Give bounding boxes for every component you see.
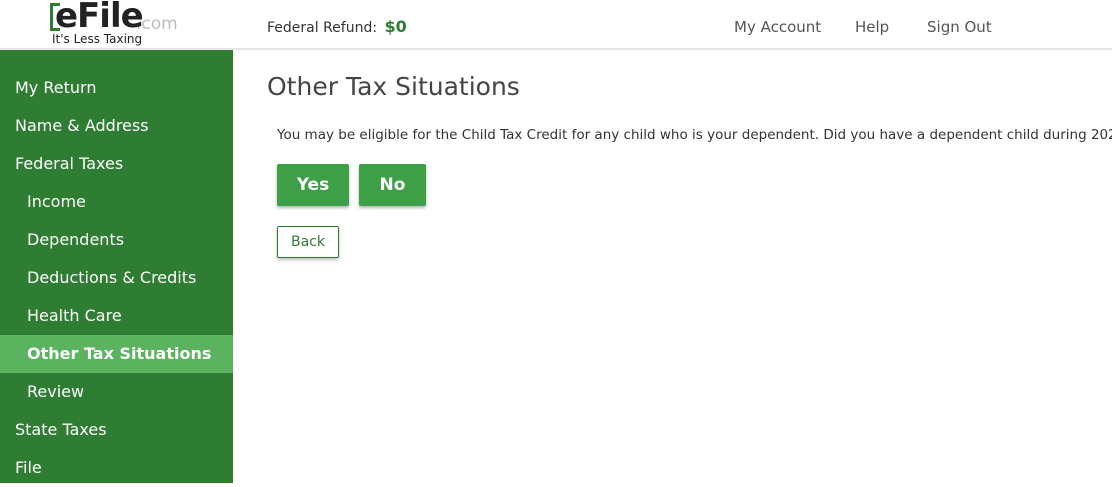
yes-button[interactable]: Yes — [277, 164, 349, 206]
logo-wordmark: eFile — [55, 0, 144, 36]
sign-out-link[interactable]: Sign Out — [927, 18, 992, 36]
logo-suffix: .com — [136, 14, 178, 34]
my-account-link[interactable]: My Account — [734, 18, 821, 36]
sidebar-item-health-care[interactable]: Health Care — [0, 297, 233, 335]
sidebar-item-file[interactable]: File — [0, 449, 233, 487]
efile-logo[interactable]: eFile .com It's Less Taxing — [50, 0, 180, 47]
refund-amount: $0 — [384, 17, 407, 36]
back-button[interactable]: Back — [277, 226, 339, 258]
sidebar-item-state-taxes[interactable]: State Taxes — [0, 411, 233, 449]
sidebar-item-other-tax-situations[interactable]: Other Tax Situations — [0, 335, 233, 373]
sidebar-item-dependents[interactable]: Dependents — [0, 221, 233, 259]
refund-label: Federal Refund: — [267, 20, 378, 36]
page-title: Other Tax Situations — [267, 72, 520, 101]
sidebar-item-my-return[interactable]: My Return — [0, 69, 233, 107]
sidebar-item-name-address[interactable]: Name & Address — [0, 107, 233, 145]
help-link[interactable]: Help — [855, 18, 889, 36]
top-header: eFile .com It's Less Taxing Federal Refu… — [0, 0, 1112, 50]
sidebar-item-income[interactable]: Income — [0, 183, 233, 221]
sidebar-item-review[interactable]: Review — [0, 373, 233, 411]
no-button[interactable]: No — [359, 164, 426, 206]
sidebar-item-federal-taxes[interactable]: Federal Taxes — [0, 145, 233, 183]
federal-refund: Federal Refund: $0 — [267, 17, 407, 36]
sidebar-item-deductions-credits[interactable]: Deductions & Credits — [0, 259, 233, 297]
sidebar-nav: My Return Name & Address Federal Taxes I… — [0, 50, 233, 483]
logo-tagline: It's Less Taxing — [52, 32, 143, 46]
child-tax-credit-question: You may be eligible for the Child Tax Cr… — [277, 127, 1112, 143]
